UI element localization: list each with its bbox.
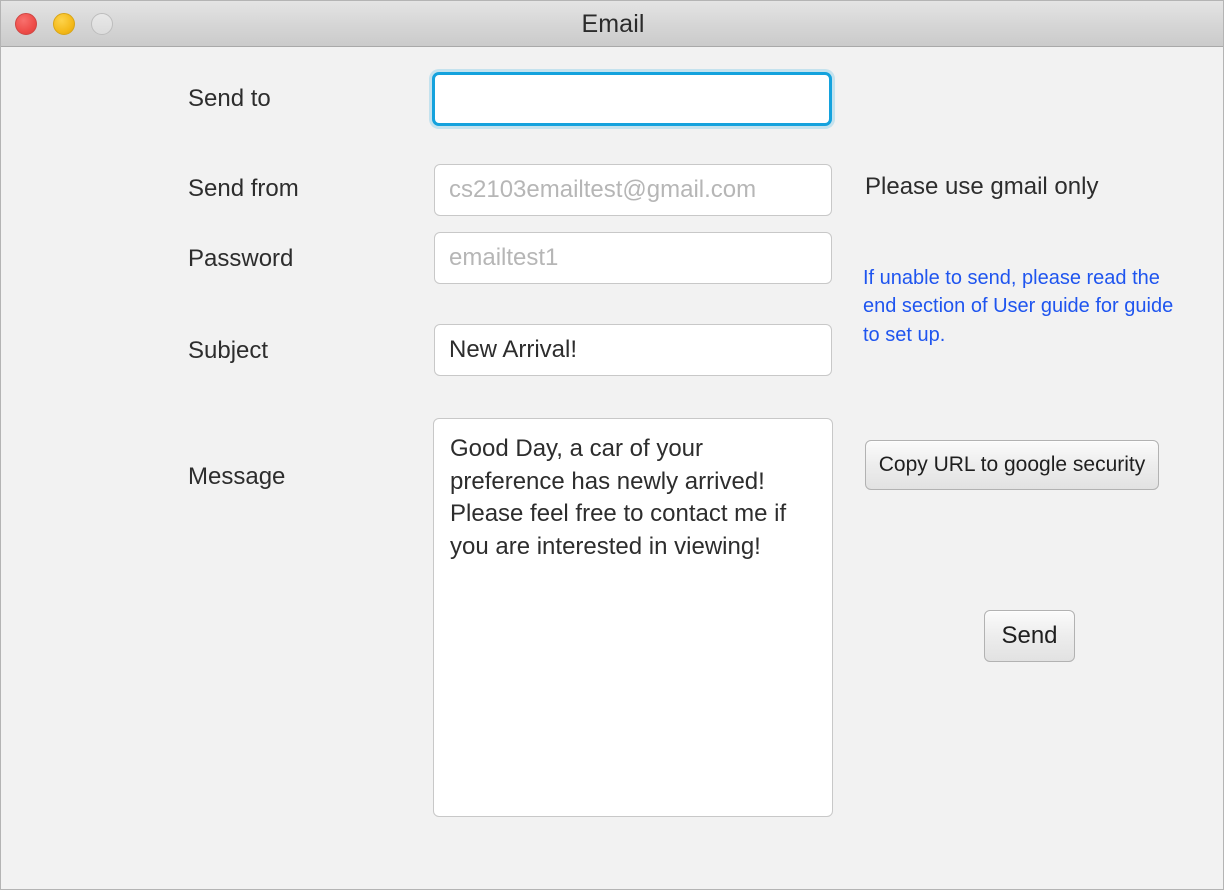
- subject-input[interactable]: [434, 324, 832, 376]
- copy-url-button[interactable]: Copy URL to google security: [865, 440, 1159, 490]
- setup-hint-text: If unable to send, please read the end s…: [863, 267, 1174, 346]
- password-input[interactable]: [434, 232, 832, 284]
- form-content: Send to Send from Password Subject Messa…: [1, 47, 1223, 889]
- send-to-label: Send to: [188, 85, 271, 112]
- subject-label: Subject: [188, 337, 269, 364]
- email-window: Email Send to Send from Password Subject…: [0, 0, 1224, 890]
- send-to-input[interactable]: [432, 72, 832, 126]
- message-textarea[interactable]: Good Day, a car of your preference has n…: [433, 418, 833, 817]
- send-from-input[interactable]: [434, 164, 832, 216]
- message-label: Message: [188, 463, 286, 490]
- window-title: Email: [581, 10, 645, 38]
- gmail-only-note: Please use gmail only: [865, 173, 1099, 200]
- password-label: Password: [188, 245, 294, 272]
- title-bar: Email: [1, 1, 1223, 47]
- send-from-label: Send from: [188, 175, 299, 202]
- send-button[interactable]: Send: [984, 610, 1075, 662]
